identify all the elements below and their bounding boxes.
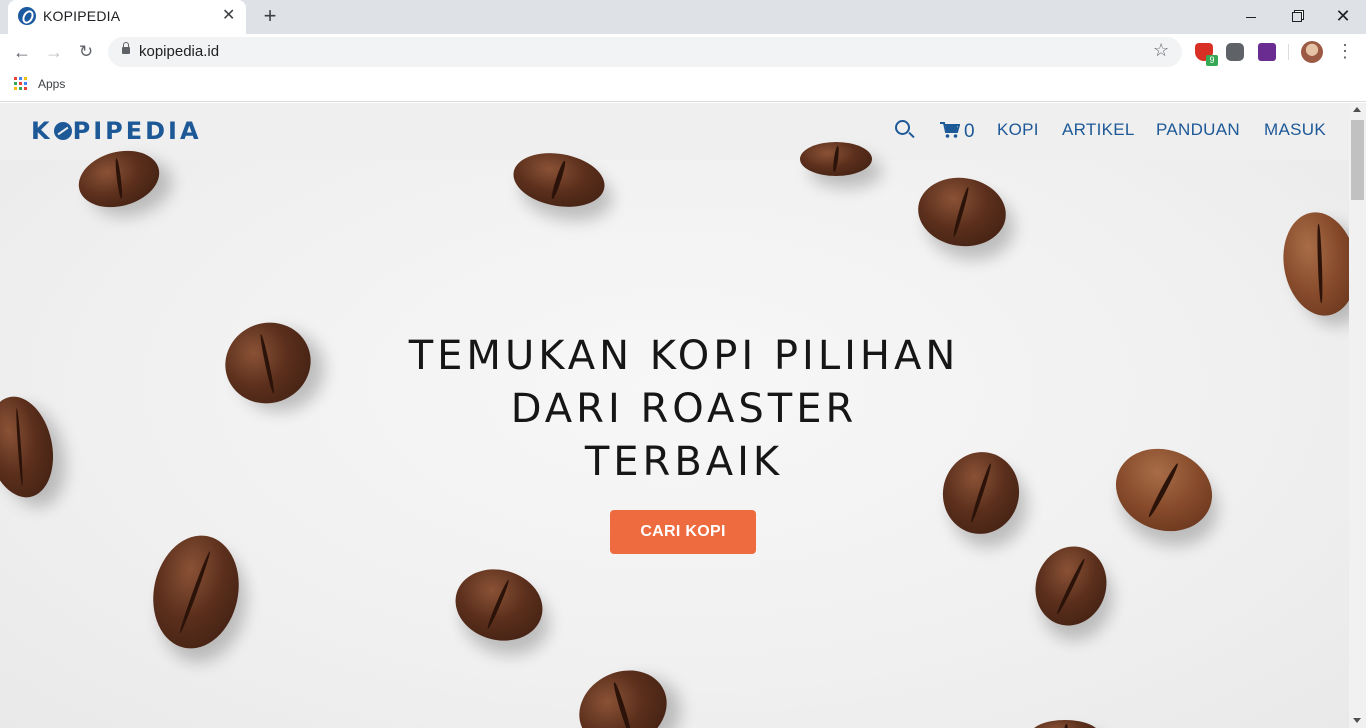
chat-extension-icon[interactable] <box>1226 43 1244 61</box>
lock-icon <box>122 42 130 54</box>
cart-icon[interactable] <box>940 122 960 138</box>
coffee-bean-image <box>143 527 249 657</box>
scroll-down-arrow-icon[interactable] <box>1353 718 1361 723</box>
back-arrow-icon[interactable]: ← <box>10 40 34 64</box>
nav-artikel[interactable]: ARTIKEL <box>1062 120 1135 140</box>
page-scrollbar[interactable] <box>1349 103 1366 728</box>
new-tab-button[interactable]: + <box>258 4 282 28</box>
scroll-thumb[interactable] <box>1351 120 1364 200</box>
logo-text-end: PIPEDIA <box>72 117 202 145</box>
apps-bookmark[interactable]: Apps <box>38 77 65 91</box>
search-icon[interactable] <box>895 120 910 135</box>
hero-section: TEMUKAN KOPI PILIHAN DARI ROASTER TERBAI… <box>0 142 1349 728</box>
url-text[interactable]: kopipedia.id <box>139 43 219 60</box>
reload-icon[interactable]: ↻ <box>74 40 98 64</box>
coffee-bean-image <box>447 559 551 651</box>
coffee-bean-image <box>0 390 62 504</box>
browser-tab[interactable]: KOPIPEDIA ✕ <box>8 0 246 34</box>
coffee-bean-image <box>913 172 1011 252</box>
tab-title: KOPIPEDIA <box>43 8 121 24</box>
hero-title: TEMUKAN KOPI PILIHAN DARI ROASTER TERBAI… <box>324 330 1044 489</box>
nav-masuk[interactable]: MASUK <box>1264 120 1326 140</box>
hero-title-line: TERBAIK <box>584 439 784 485</box>
coffee-bean-image <box>1104 435 1224 545</box>
page-viewport: K PIPEDIA 0 KOPI ARTIKEL PANDUAN MASUK TE… <box>0 103 1349 728</box>
kopipedia-favicon-icon <box>18 7 36 25</box>
coffee-bean-image <box>213 310 323 416</box>
browser-toolbar: ← → ↻ kopipedia.id ☆ 9 ⋮ <box>0 34 1366 70</box>
hero-title-line: TEMUKAN KOPI PILIHAN <box>408 333 960 379</box>
coffee-bean-image <box>800 142 872 176</box>
nav-kopi[interactable]: KOPI <box>997 120 1039 140</box>
site-header: K PIPEDIA 0 KOPI ARTIKEL PANDUAN MASUK <box>0 103 1349 160</box>
forward-arrow-icon[interactable]: → <box>42 40 66 64</box>
cart-count[interactable]: 0 <box>964 121 975 143</box>
browser-tabstrip: KOPIPEDIA ✕ + ✕ <box>0 0 1366 34</box>
close-window-button[interactable]: ✕ <box>1320 2 1366 30</box>
bookmarks-bar: Apps <box>0 70 1366 102</box>
purple-extension-icon[interactable] <box>1258 43 1276 61</box>
bookmark-star-icon[interactable]: ☆ <box>1153 40 1169 61</box>
address-bar[interactable]: kopipedia.id ☆ <box>108 37 1182 67</box>
coffee-bean-image <box>1030 720 1100 728</box>
apps-grid-icon[interactable] <box>14 77 28 91</box>
toolbar-divider <box>1288 44 1289 60</box>
logo-text-start: K <box>31 117 53 145</box>
restore-window-button[interactable] <box>1274 2 1320 30</box>
tab-close-icon[interactable]: ✕ <box>222 7 235 25</box>
coffee-bean-logo-icon <box>53 122 72 140</box>
coffee-bean-image <box>566 656 680 728</box>
profile-avatar[interactable] <box>1301 41 1323 63</box>
scroll-up-arrow-icon[interactable] <box>1353 107 1361 112</box>
minimize-window-button[interactable] <box>1228 2 1274 30</box>
browser-menu-icon[interactable]: ⋮ <box>1336 41 1354 61</box>
coffee-bean-image <box>1275 206 1349 322</box>
hero-title-line: DARI ROASTER <box>510 386 858 432</box>
extension-badge: 9 <box>1206 55 1218 66</box>
kopipedia-logo[interactable]: K PIPEDIA <box>31 117 202 145</box>
nav-panduan[interactable]: PANDUAN <box>1156 120 1240 140</box>
cari-kopi-button[interactable]: CARI KOPI <box>610 510 756 554</box>
coffee-bean-image <box>1025 537 1117 635</box>
